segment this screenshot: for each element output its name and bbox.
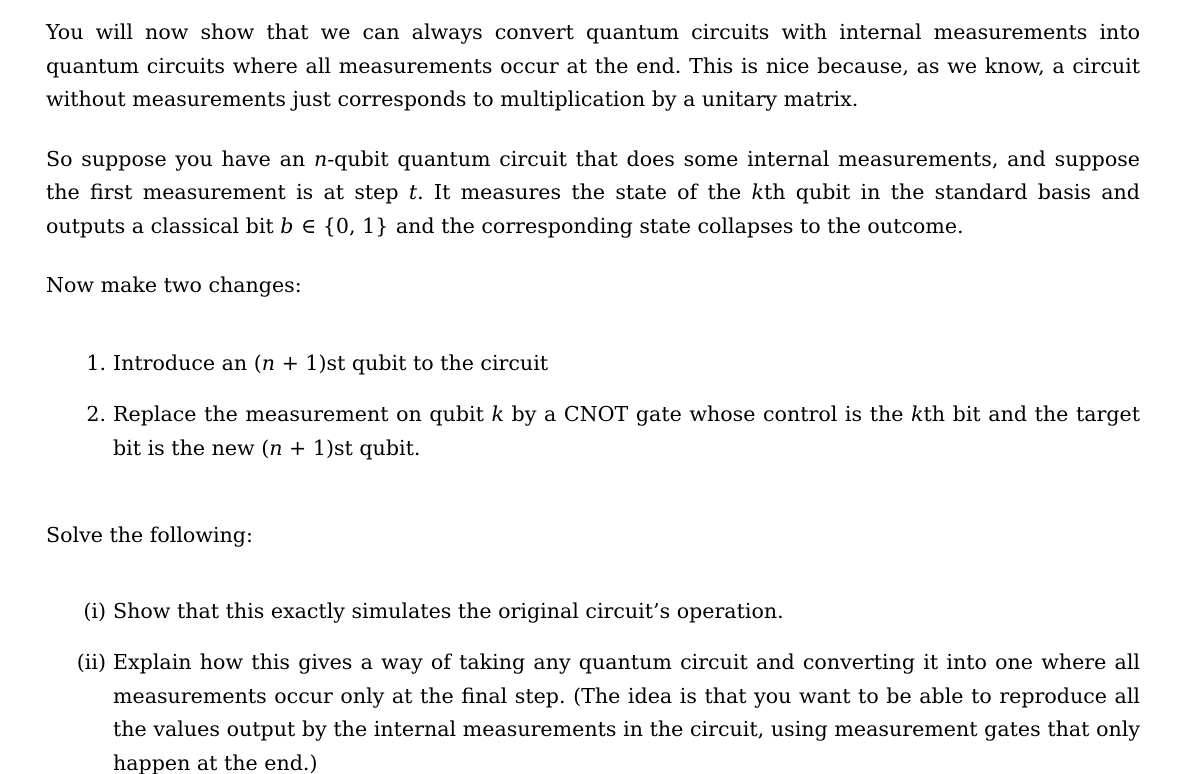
math-variable-t: t [408,180,418,204]
paragraph-intro: You will now show that we can always con… [46,20,1140,111]
list-item-marker: (i) [83,598,106,623]
math-variable-n: n [313,146,328,171]
list-item-body: Explain how this gives a way of taking a… [113,650,1140,774]
list-item-body: Show that this exactly simulates the ori… [113,598,784,623]
list-item: 2. Replace the measurement on qubit k by … [46,398,1140,465]
paragraph-setup: So suppose you have an n-qubit quantum c… [46,143,1140,244]
math-variable-b: b [280,213,294,238]
paragraph-setup-text-c: . It measures the state of the [417,180,752,204]
math-variable-k: k [751,180,764,204]
list-item-body: Introduce an (n + 1)st qubit to the circ… [113,351,548,375]
changes-list: 1. Introduce an (n + 1)st qubit to the ci… [46,347,1140,466]
list-item-text-a: Replace the measurement on qubit [113,402,492,426]
list-item-marker: 1. [86,350,106,375]
math-set-membership: ∈ {0, 1} [294,213,389,238]
math-variable-n: n [261,350,276,375]
list-item-text-a: Introduce an ( [113,350,262,375]
paragraph-setup-text-e: and the corresponding state collapses to… [389,213,964,238]
list-item-marker: (ii) [76,650,106,674]
paragraph-setup-text-a: So suppose you have an [46,146,314,171]
list-item-text-b: by a CNOT gate whose control is the [503,402,912,426]
list-item-body: Replace the measurement on qubit k by a … [113,402,1140,460]
list-item: 1. Introduce an (n + 1)st qubit to the ci… [46,347,1140,381]
math-variable-k: k [491,402,504,426]
list-item: (ii) Explain how this gives a way of taki… [46,646,1140,774]
paragraph-solve-the-following: Solve the following: [46,523,253,547]
list-item-marker: 2. [86,402,106,426]
list-item-text-d: + 1)st qubit. [282,435,421,460]
document-page: You will now show that we can always con… [0,0,1200,774]
math-variable-n: n [269,435,283,460]
list-item: (i) Show that this exactly simulates the … [46,595,1140,629]
list-item-text-b: + 1)st qubit to the circuit [275,350,549,375]
math-variable-k: k [911,402,924,426]
paragraph-now-make-two-changes: Now make two changes: [46,273,302,297]
questions-list: (i) Show that this exactly simulates the … [46,595,1140,774]
